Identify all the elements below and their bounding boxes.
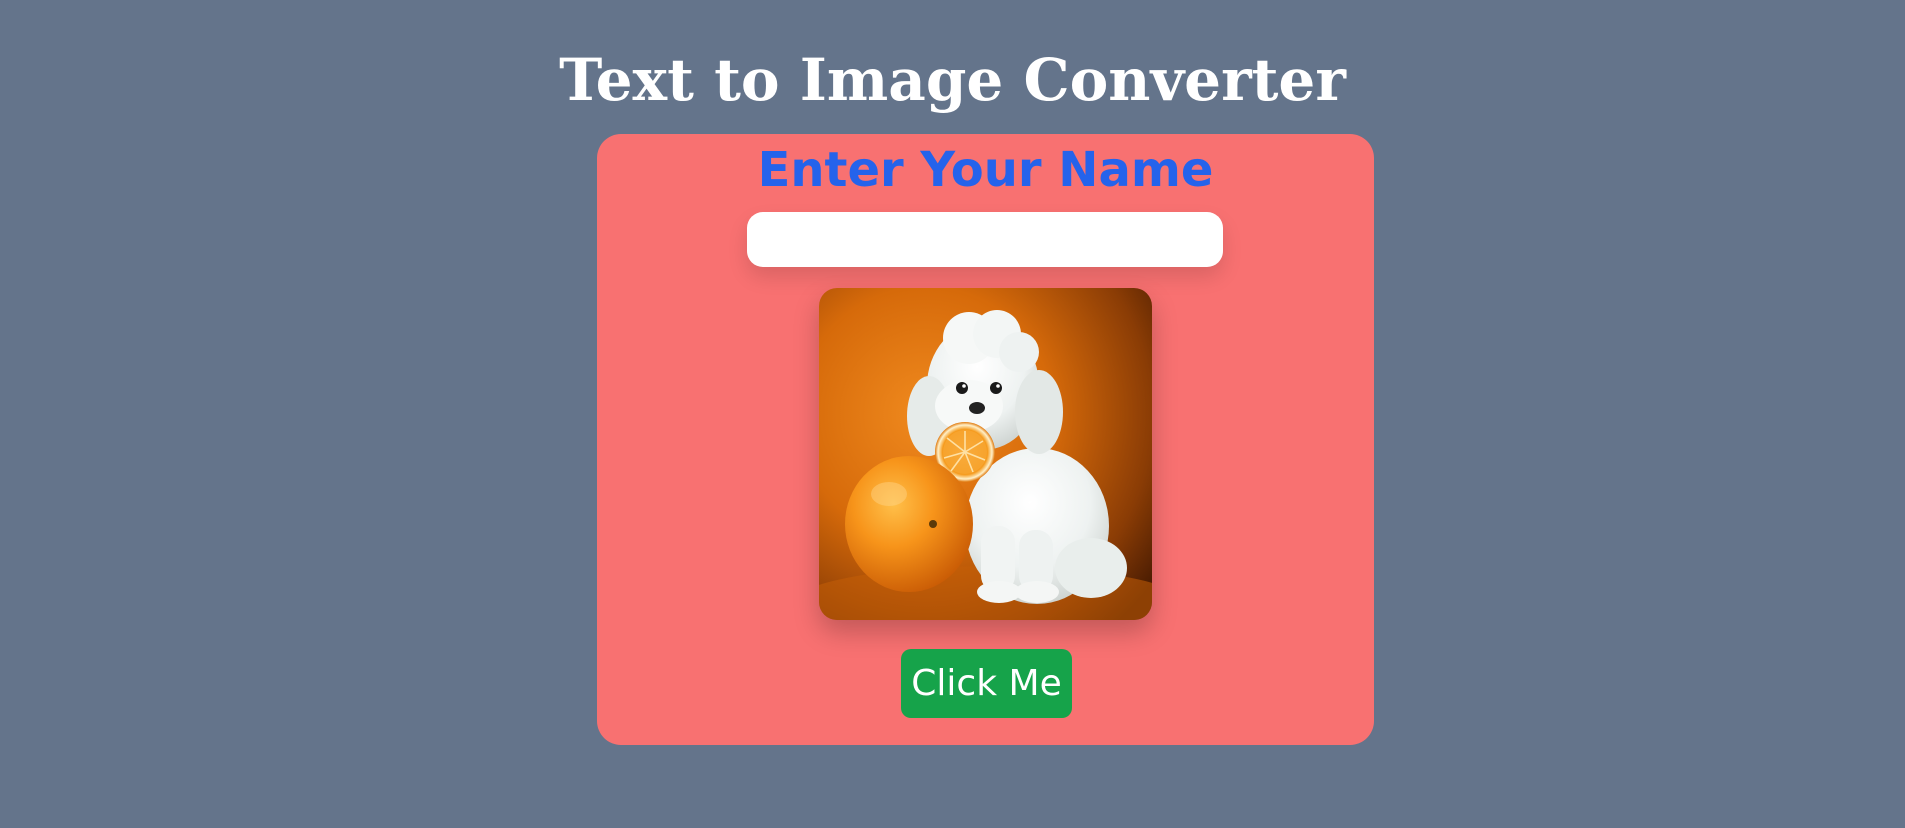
page-title: Text to Image Converter (559, 46, 1346, 114)
generated-image (819, 288, 1152, 620)
click-me-button[interactable]: Click Me (901, 649, 1072, 718)
name-heading: Enter Your Name (757, 142, 1214, 198)
name-input[interactable] (747, 212, 1223, 267)
converter-card: Enter Your Name Click Me (597, 134, 1374, 745)
dog-with-orange-illustration (819, 288, 1152, 620)
